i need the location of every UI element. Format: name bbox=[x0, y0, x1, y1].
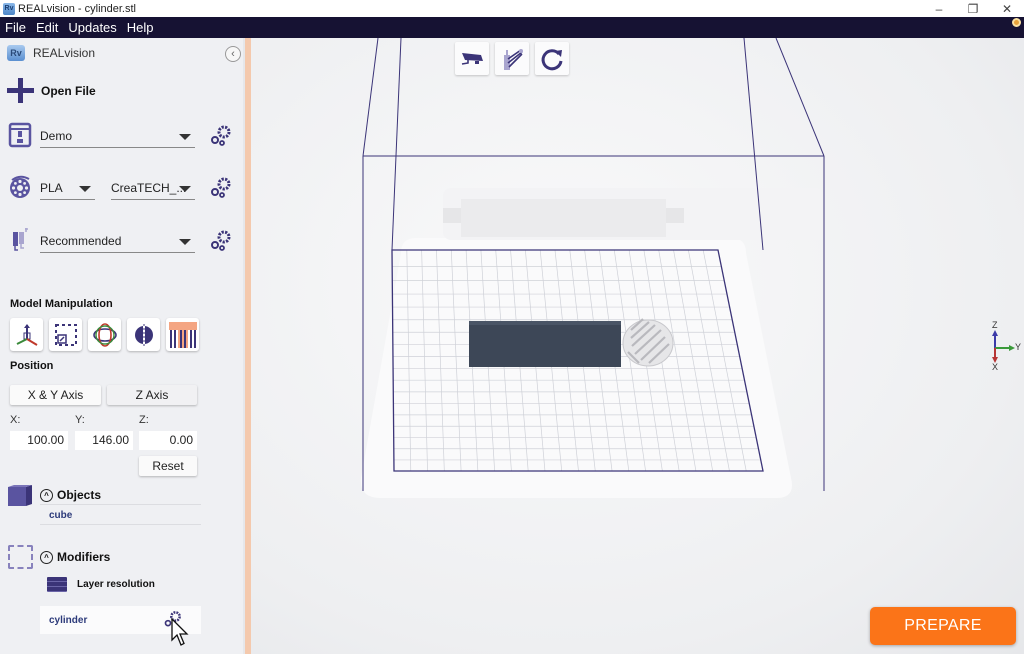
menu-file[interactable]: File bbox=[0, 20, 31, 35]
axis-gizmo: Z Y X bbox=[987, 320, 1024, 372]
chevron-down-icon bbox=[179, 134, 191, 140]
chevron-down-icon bbox=[79, 186, 91, 192]
modifier-item-cylinder[interactable]: cylinder bbox=[49, 615, 87, 626]
objects-title: Objects bbox=[57, 488, 102, 502]
collapse-up-icon: ^ bbox=[40, 550, 53, 564]
x-position-input[interactable]: 100.00 bbox=[10, 431, 68, 450]
axis-arrows-icon bbox=[992, 330, 1015, 363]
camera-icon bbox=[461, 52, 483, 65]
printer-back-block bbox=[461, 199, 666, 237]
plus-icon bbox=[7, 78, 34, 103]
chevron-down-icon bbox=[179, 239, 191, 245]
cut-layers-icon bbox=[168, 321, 197, 348]
open-file-button[interactable]: Open File bbox=[7, 78, 96, 103]
z-axis-button[interactable]: Z Axis bbox=[107, 385, 197, 405]
mirror-icon bbox=[134, 323, 153, 346]
objects-header[interactable]: ^ Objects bbox=[40, 488, 101, 502]
realvision-logo-icon: Rv bbox=[7, 45, 25, 61]
prepare-button[interactable]: PREPARE bbox=[870, 607, 1016, 645]
object-item-cube[interactable]: cube bbox=[49, 510, 72, 521]
move-axes-icon bbox=[16, 323, 38, 346]
reset-view-button[interactable] bbox=[535, 42, 569, 75]
z-position-input[interactable]: 0.00 bbox=[139, 431, 197, 450]
material-type-select[interactable]: PLA bbox=[40, 178, 95, 200]
cube-model bbox=[469, 321, 621, 367]
mirror-tool-button[interactable] bbox=[127, 318, 160, 351]
print-settings-row: Recommended bbox=[0, 225, 245, 255]
menu-help[interactable]: Help bbox=[122, 20, 159, 35]
app-icon: Rv bbox=[3, 2, 15, 15]
refresh-icon bbox=[541, 48, 563, 70]
layers-icon bbox=[47, 577, 67, 592]
printer-icon bbox=[8, 122, 32, 148]
x-label: X: bbox=[10, 414, 21, 426]
material-profile-value: CreaTECH_... bbox=[111, 181, 187, 195]
modifier-dashed-icon bbox=[8, 545, 33, 569]
menu-updates[interactable]: Updates bbox=[63, 20, 121, 35]
cylinder-model bbox=[622, 318, 674, 367]
close-button[interactable]: ✕ bbox=[990, 0, 1024, 17]
scale-tool-button[interactable] bbox=[49, 318, 82, 351]
position-title: Position bbox=[10, 360, 54, 372]
y-label: Y: bbox=[75, 414, 85, 426]
divider bbox=[40, 524, 201, 525]
printer-back-tab-left bbox=[443, 208, 461, 223]
window-controls: – ❐ ✕ bbox=[922, 0, 1024, 17]
cube-object-icon bbox=[8, 485, 32, 506]
material-type-value: PLA bbox=[40, 181, 63, 195]
reset-button[interactable]: Reset bbox=[139, 456, 197, 476]
extruder-icon bbox=[13, 228, 28, 251]
print-profile-select[interactable]: Recommended bbox=[40, 231, 195, 253]
camera-view-button[interactable] bbox=[455, 42, 489, 75]
filament-spool-icon bbox=[10, 175, 30, 198]
print-settings-gear-icon[interactable] bbox=[209, 228, 233, 252]
chevron-down-icon bbox=[179, 186, 191, 192]
menu-edit[interactable]: Edit bbox=[31, 20, 63, 35]
mouse-cursor-icon bbox=[171, 618, 189, 646]
brand: Rv REALvision bbox=[7, 45, 95, 61]
scene bbox=[360, 38, 825, 498]
minimize-button[interactable]: – bbox=[922, 0, 956, 17]
move-tool-button[interactable] bbox=[10, 318, 43, 351]
open-file-label: Open File bbox=[41, 83, 96, 98]
maximize-button[interactable]: ❐ bbox=[956, 0, 990, 17]
material-profile-select[interactable]: CreaTECH_... bbox=[111, 178, 195, 200]
collapse-sidebar-button[interactable]: ‹ bbox=[225, 46, 241, 62]
cube-model-top bbox=[469, 321, 621, 325]
y-position-input[interactable]: 146.00 bbox=[75, 431, 133, 450]
print-profile-value: Recommended bbox=[40, 234, 122, 248]
window-title: REALvision - cylinder.stl bbox=[18, 2, 136, 15]
printer-row: Demo bbox=[0, 120, 245, 150]
printer-settings-gear-icon[interactable] bbox=[209, 123, 233, 147]
material-row: PLA CreaTECH_... bbox=[0, 172, 245, 202]
3d-viewport[interactable]: Z Y X bbox=[251, 38, 1024, 654]
divider bbox=[40, 504, 201, 505]
printer-back-tab-right bbox=[666, 208, 684, 223]
rotate-orbit-icon bbox=[92, 322, 117, 347]
collapse-up-icon: ^ bbox=[40, 488, 53, 502]
layer-resolution-label: Layer resolution bbox=[77, 579, 155, 590]
rotate-tool-button[interactable] bbox=[88, 318, 121, 351]
z-label: Z: bbox=[139, 414, 149, 426]
brand-name: REALvision bbox=[33, 46, 96, 60]
menu-bar: File Edit Updates Help bbox=[0, 17, 1024, 38]
spotlight-icon bbox=[504, 48, 523, 70]
printer-select-value: Demo bbox=[40, 129, 73, 143]
title-bar: Rv REALvision - cylinder.stl – ❐ ✕ bbox=[0, 0, 1024, 17]
layer-resolution-group[interactable]: Layer resolution bbox=[47, 577, 155, 592]
model-manipulation-title: Model Manipulation bbox=[10, 298, 113, 310]
manipulation-toolbar bbox=[10, 318, 199, 351]
notification-dot-icon[interactable] bbox=[1012, 18, 1021, 27]
scale-icon bbox=[54, 323, 77, 346]
cut-tool-button[interactable] bbox=[166, 318, 199, 351]
view-toolbar bbox=[455, 42, 569, 75]
material-settings-gear-icon[interactable] bbox=[209, 175, 233, 199]
modifiers-title: Modifiers bbox=[57, 550, 111, 564]
xy-axis-button[interactable]: X & Y Axis bbox=[10, 385, 101, 405]
modifiers-header[interactable]: ^ Modifiers bbox=[40, 550, 110, 564]
lighting-button[interactable] bbox=[495, 42, 529, 75]
printer-select[interactable]: Demo bbox=[40, 126, 195, 148]
